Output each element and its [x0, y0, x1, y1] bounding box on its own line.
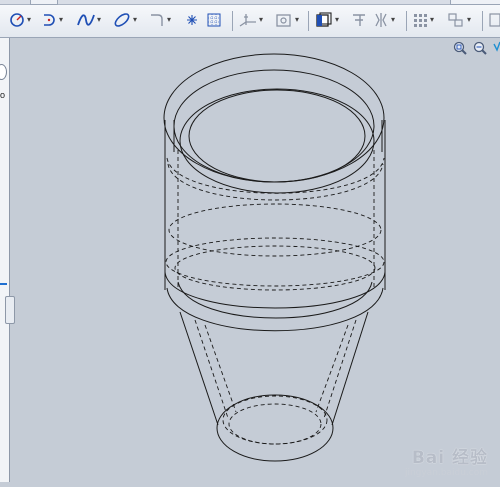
move-entities-button[interactable]: ▾	[446, 9, 471, 31]
overflow-tool-button[interactable]	[488, 9, 500, 31]
dropdown-arrow-icon[interactable]: ▾	[391, 16, 395, 24]
rim-inner-edge	[173, 69, 375, 183]
ellipse-tool-icon	[114, 13, 130, 27]
watermark-url: jingyan.baidu.com	[404, 468, 488, 478]
cone-left-edge	[179, 311, 219, 426]
spline-tool-button[interactable]: ▾	[76, 9, 101, 31]
dropdown-arrow-icon[interactable]: ▾	[335, 16, 339, 24]
mouth-opening	[188, 89, 366, 183]
cone-right-edge	[331, 311, 369, 426]
hidden-mid-ring-2	[165, 237, 385, 287]
hidden-base-ring-1	[222, 395, 328, 445]
linear-pattern-icon	[414, 14, 427, 27]
point-tool-icon	[187, 15, 197, 25]
fillet-tool-button[interactable]: ▾	[148, 9, 171, 31]
hidden-mid-ring-1	[168, 203, 382, 257]
hidden-base-ring-2	[228, 403, 322, 445]
arc-tool-icon	[44, 14, 55, 26]
sketch-relation-icon	[353, 14, 365, 26]
dropdown-arrow-icon[interactable]: ▾	[295, 16, 299, 24]
dropdown-arrow-icon[interactable]: ▾	[467, 16, 471, 24]
dropdown-arrow-icon[interactable]: ▾	[27, 16, 31, 24]
graphics-viewport[interactable]	[10, 38, 500, 482]
grid-tool-button[interactable]	[205, 9, 223, 31]
dropdown-arrow-icon[interactable]: ▾	[97, 16, 101, 24]
hidden-cone-right	[323, 319, 357, 419]
rim-lip-edge	[179, 88, 375, 194]
panel-label: o	[0, 90, 6, 100]
view-orientation-icon	[316, 12, 332, 27]
hidden-cone-right-2	[315, 324, 349, 413]
circle-tool-button[interactable]: ▾	[8, 9, 31, 31]
linear-pattern-button[interactable]: ▾	[411, 9, 434, 31]
point-tool-button[interactable]	[184, 9, 200, 31]
circle-tool-icon	[10, 13, 24, 27]
view-orientation-button[interactable]: ▾	[314, 9, 339, 31]
mirror-tool-button[interactable]: ▾	[372, 9, 395, 31]
dropdown-arrow-icon[interactable]: ▾	[59, 16, 63, 24]
hidden-mid-ring-3	[174, 245, 376, 291]
plane-tool-icon	[239, 14, 256, 27]
dropdown-arrow-icon[interactable]: ▾	[133, 16, 137, 24]
toolbar-separator	[482, 11, 483, 31]
overflow-tool-icon	[489, 13, 500, 27]
arc-tool-button[interactable]: ▾	[40, 9, 63, 31]
baidu-watermark: Bai 经验 jingyan.baidu.com	[405, 443, 488, 478]
panel-handle[interactable]	[0, 64, 7, 80]
rim-outer-edge	[163, 53, 385, 183]
bottle-model-wireframe	[163, 53, 386, 462]
waist-band-lower	[166, 287, 384, 332]
toolbar-separator	[232, 11, 233, 31]
waist-band-inner	[177, 281, 373, 319]
sketch-toolbar: ▾ ▾ ▾ ▾ ▾ ▾ ▾ ▾ ▾ ▾ ▾	[0, 5, 500, 38]
toolbar-separator	[308, 11, 309, 31]
mirror-tool-icon	[375, 13, 387, 27]
spline-tool-icon	[77, 14, 95, 26]
fillet-tool-icon	[151, 14, 163, 26]
ellipse-tool-button[interactable]: ▾	[112, 9, 137, 31]
toolbar-separator	[406, 11, 407, 31]
move-entities-icon	[448, 13, 463, 27]
grid-tool-icon	[207, 13, 221, 27]
panel-selection-marker	[0, 283, 7, 285]
dropdown-arrow-icon[interactable]: ▾	[259, 16, 263, 24]
sketch-relation-button[interactable]	[350, 9, 368, 31]
feature-manager-panel[interactable]: o	[0, 38, 15, 482]
display-style-icon	[276, 14, 291, 27]
plane-tool-button[interactable]: ▾	[238, 9, 263, 31]
hidden-cone-left	[194, 319, 229, 419]
display-style-button[interactable]: ▾	[274, 9, 299, 31]
watermark-brand: Bai 经验	[411, 448, 488, 468]
dropdown-arrow-icon[interactable]: ▾	[167, 16, 171, 24]
dropdown-arrow-icon[interactable]: ▾	[430, 16, 434, 24]
